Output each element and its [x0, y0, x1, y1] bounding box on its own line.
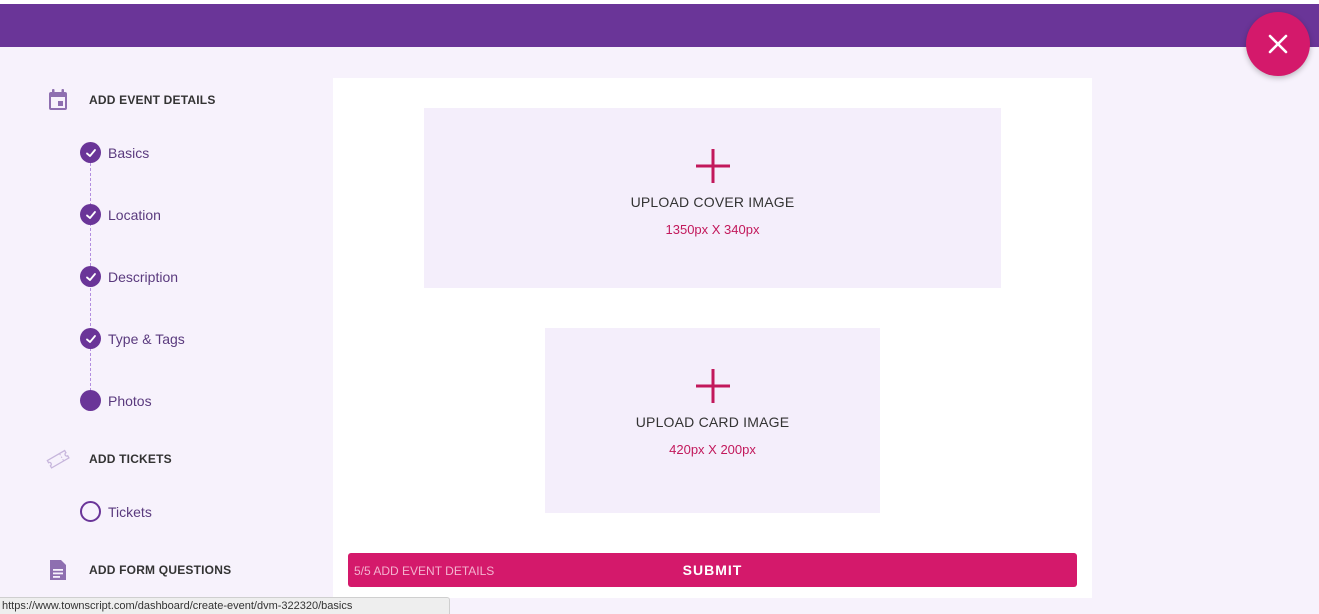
step-label: Location: [108, 206, 161, 223]
check-icon: [80, 142, 101, 163]
check-icon: [80, 328, 101, 349]
plus-icon: [695, 149, 730, 183]
close-button[interactable]: [1246, 12, 1310, 76]
step-label: Basics: [108, 144, 150, 161]
step-label: Type & Tags: [108, 330, 185, 347]
step-type-tags[interactable]: Type & Tags: [80, 328, 185, 349]
header-bar: [0, 4, 1319, 47]
upload-size-hint: 1350px X 340px: [665, 222, 760, 237]
upload-label: UPLOAD COVER IMAGE: [630, 194, 795, 210]
submit-button[interactable]: 5/5 ADD EVENT DETAILS SUBMIT: [348, 553, 1077, 587]
section-add-event-details: ADD EVENT DETAILS: [45, 87, 216, 113]
section-title: ADD TICKETS: [89, 452, 172, 466]
current-step-dot: [80, 390, 101, 411]
upload-size-hint: 420px X 200px: [669, 442, 756, 457]
document-icon: [45, 557, 71, 583]
section-add-tickets: ADD TICKETS: [45, 446, 172, 472]
upload-card-image[interactable]: UPLOAD CARD IMAGE 420px X 200px: [545, 328, 880, 513]
plus-icon: [695, 369, 730, 403]
upload-cover-image[interactable]: UPLOAD COVER IMAGE 1350px X 340px: [424, 108, 1001, 288]
section-add-form-questions: ADD FORM QUESTIONS: [45, 557, 231, 583]
upload-label: UPLOAD CARD IMAGE: [635, 414, 790, 430]
step-description[interactable]: Description: [80, 266, 178, 287]
check-icon: [80, 266, 101, 287]
step-label: Tickets: [108, 503, 152, 520]
calendar-icon: [45, 87, 71, 113]
step-label: Photos: [108, 392, 152, 409]
step-tickets[interactable]: Tickets: [80, 501, 152, 522]
ticket-icon: [45, 446, 71, 472]
step-basics[interactable]: Basics: [80, 142, 149, 163]
status-url: https://www.townscript.com/dashboard/cre…: [2, 600, 353, 612]
step-label: Description: [108, 268, 179, 285]
close-icon: [1268, 34, 1288, 54]
step-photos[interactable]: Photos: [80, 390, 152, 411]
pending-step-dot: [80, 501, 101, 522]
browser-status-bar: https://www.townscript.com/dashboard/cre…: [0, 597, 450, 614]
check-icon: [80, 204, 101, 225]
step-location[interactable]: Location: [80, 204, 161, 225]
section-title: ADD FORM QUESTIONS: [89, 563, 232, 577]
section-title: ADD EVENT DETAILS: [89, 93, 216, 107]
submit-label: SUBMIT: [682, 562, 743, 578]
